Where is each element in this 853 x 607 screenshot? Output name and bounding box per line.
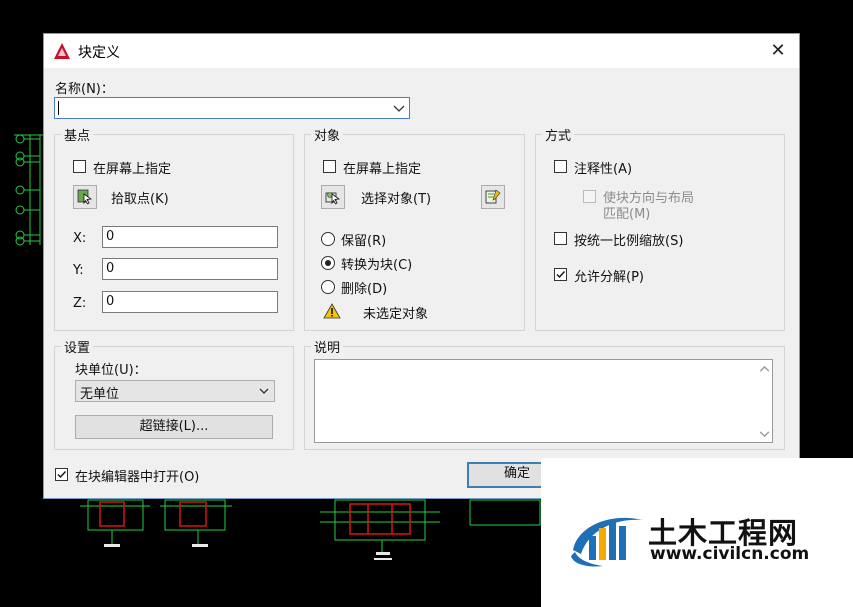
name-label: 名称(N)： bbox=[55, 82, 114, 97]
block-unit-value: 无单位 bbox=[80, 387, 120, 402]
block-definition-dialog: 块定义 ✕ 名称(N)： 基点 在屏幕上指定 拾取点(K) X: 0 Y: 0 … bbox=[43, 33, 800, 499]
behavior-group: 方式 注释性(A) 使块方向与布局 匹配(M) 按统一比例缩放(S) 允许分解(… bbox=[535, 125, 785, 331]
civilcn-logo-icon bbox=[571, 517, 643, 567]
quick-select-button[interactable] bbox=[481, 185, 505, 209]
settings-title: 设置 bbox=[61, 337, 94, 356]
retain-radio[interactable] bbox=[321, 232, 335, 246]
annotative-checkbox[interactable] bbox=[554, 160, 567, 173]
close-icon: ✕ bbox=[770, 40, 786, 61]
pick-point-button[interactable] bbox=[73, 185, 97, 209]
block-unit-label: 块单位(U)： bbox=[75, 363, 147, 378]
y-label: Y: bbox=[73, 263, 84, 278]
behavior-title: 方式 bbox=[542, 125, 575, 144]
close-button[interactable]: ✕ bbox=[767, 40, 789, 62]
autocad-logo-icon bbox=[54, 43, 70, 59]
dialog-title: 块定义 bbox=[78, 45, 120, 61]
allow-explode-label: 允许分解(P) bbox=[574, 270, 644, 285]
match-orientation-checkbox[interactable] bbox=[583, 190, 596, 203]
base-specify-label: 在屏幕上指定 bbox=[93, 162, 172, 177]
watermark-url: www.civilcn.com bbox=[650, 544, 810, 564]
select-objects-button[interactable] bbox=[321, 185, 345, 209]
objects-group: 对象 在屏幕上指定 选择对象(T) 保留(R) 转换为块(C) 删除(D) 未选… bbox=[304, 125, 525, 331]
objects-title: 对象 bbox=[311, 125, 344, 144]
select-objects-label: 选择对象(T) bbox=[361, 192, 432, 207]
open-in-editor-label: 在块编辑器中打开(O) bbox=[75, 470, 200, 485]
description-textarea[interactable] bbox=[314, 359, 773, 443]
pick-point-label: 拾取点(K) bbox=[111, 192, 169, 207]
name-combobox[interactable] bbox=[54, 97, 410, 119]
description-scrollbar[interactable] bbox=[756, 360, 772, 442]
objects-specify-label: 在屏幕上指定 bbox=[343, 162, 422, 177]
chevron-down-icon bbox=[259, 388, 269, 394]
match-orientation-label-line2: 匹配(M) bbox=[603, 207, 651, 222]
scale-uniformly-checkbox[interactable] bbox=[554, 232, 567, 245]
delete-radio[interactable] bbox=[321, 280, 335, 294]
chevron-down-icon[interactable] bbox=[391, 99, 407, 117]
radio-selected-dot bbox=[325, 260, 331, 266]
y-field[interactable]: 0 bbox=[102, 258, 278, 280]
open-in-editor-checkbox[interactable] bbox=[55, 468, 68, 481]
civilcn-watermark: 土木工程网 www.civilcn.com bbox=[541, 458, 853, 607]
base-point-title: 基点 bbox=[61, 125, 94, 144]
no-objects-selected-text: 未选定对象 bbox=[363, 307, 429, 322]
settings-group: 设置 块单位(U)： 无单位 超链接(L)... bbox=[54, 337, 294, 450]
pick-point-icon bbox=[77, 189, 93, 205]
annotative-label: 注释性(A) bbox=[574, 162, 633, 177]
z-field[interactable]: 0 bbox=[102, 291, 278, 313]
text-caret bbox=[58, 101, 59, 115]
base-specify-checkbox[interactable] bbox=[73, 160, 86, 173]
warning-icon bbox=[323, 303, 341, 319]
convert-label: 转换为块(C) bbox=[341, 258, 413, 273]
description-title: 说明 bbox=[311, 337, 344, 356]
convert-radio[interactable] bbox=[321, 256, 335, 270]
checkmark-icon bbox=[556, 271, 566, 279]
block-unit-select[interactable]: 无单位 bbox=[75, 380, 275, 402]
scroll-down-icon[interactable] bbox=[758, 428, 771, 440]
x-field[interactable]: 0 bbox=[102, 226, 278, 248]
name-input[interactable] bbox=[57, 99, 381, 119]
hyperlink-button[interactable]: 超链接(L)... bbox=[75, 415, 273, 439]
base-point-group: 基点 在屏幕上指定 拾取点(K) X: 0 Y: 0 Z: 0 bbox=[54, 125, 294, 331]
objects-specify-checkbox[interactable] bbox=[323, 160, 336, 173]
delete-label: 删除(D) bbox=[341, 282, 388, 297]
retain-label: 保留(R) bbox=[341, 234, 387, 249]
checkmark-icon bbox=[57, 471, 67, 479]
select-objects-icon bbox=[325, 192, 341, 205]
quick-select-icon bbox=[485, 189, 501, 204]
scroll-up-icon[interactable] bbox=[758, 363, 771, 375]
scale-uniformly-label: 按统一比例缩放(S) bbox=[574, 234, 684, 249]
x-label: X: bbox=[73, 231, 87, 246]
z-label: Z: bbox=[73, 296, 87, 311]
allow-explode-checkbox[interactable] bbox=[554, 268, 567, 281]
title-bar: 块定义 ✕ bbox=[44, 34, 799, 68]
